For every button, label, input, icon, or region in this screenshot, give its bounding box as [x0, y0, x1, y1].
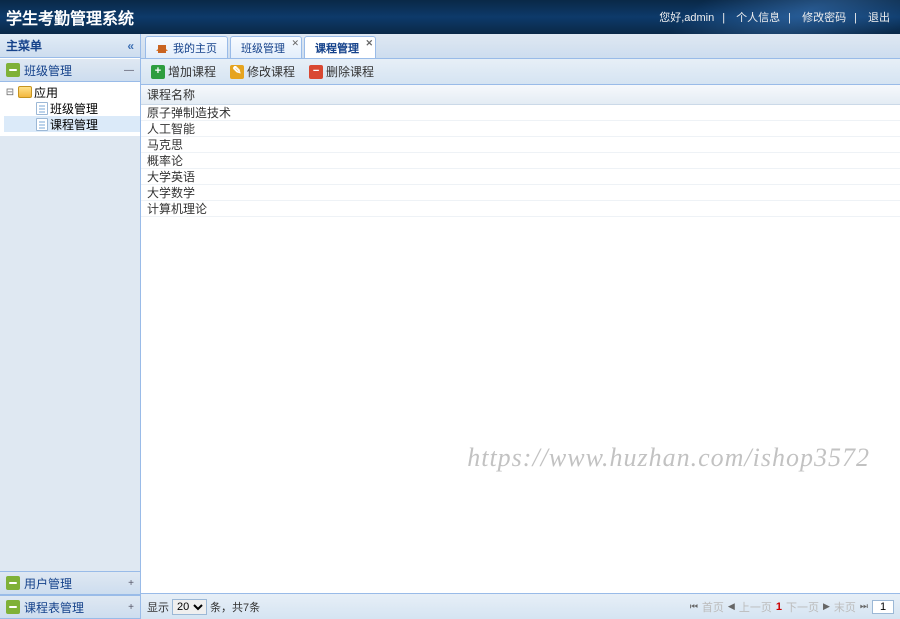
next-icon: ▶	[823, 601, 830, 612]
edit-course-button[interactable]: ✎ 修改课程	[224, 61, 301, 82]
panel-expand-icon: +	[128, 602, 134, 613]
tab-label: 课程管理	[315, 40, 359, 56]
tab-course-management[interactable]: 课程管理 ✕	[304, 36, 376, 58]
panel-expand-icon: +	[128, 578, 134, 589]
panel-user-management[interactable]: 用户管理 +	[0, 571, 140, 595]
page-icon	[36, 102, 48, 115]
grid-body: 原子弹制造技术 人工智能 马克思 概率论 大学英语 大学数学 计算机理论 htt…	[141, 105, 900, 593]
prev-icon: ◀	[728, 601, 735, 612]
greeting-text: 您好,admin	[655, 12, 718, 24]
pager-prev[interactable]: 上一页	[739, 599, 772, 615]
add-course-button[interactable]: + 增加课程	[145, 61, 222, 82]
panel-label: 课程表管理	[24, 599, 84, 616]
tab-bar: 我的主页 班级管理 ✕ 课程管理 ✕	[141, 34, 900, 59]
button-label: 删除课程	[326, 63, 374, 80]
grid-row[interactable]: 马克思	[141, 137, 900, 153]
profile-link[interactable]: 个人信息	[732, 12, 784, 24]
panel-label: 班级管理	[24, 62, 72, 79]
tab-class-management[interactable]: 班级管理 ✕	[230, 36, 302, 58]
home-icon	[156, 42, 169, 53]
watermark-text: https://www.huzhan.com/ishop3572	[467, 443, 870, 473]
cell: 大学数学	[147, 184, 195, 201]
add-icon: +	[151, 65, 165, 79]
sidebar-collapse-toggle[interactable]: «	[127, 39, 134, 53]
page-size-select[interactable]: 20	[172, 599, 207, 615]
close-icon[interactable]: ✕	[291, 38, 299, 49]
tree-child-course[interactable]: 课程管理	[4, 116, 140, 132]
grid-row[interactable]: 概率论	[141, 153, 900, 169]
change-password-link[interactable]: 修改密码	[798, 12, 850, 24]
panel-class-management[interactable]: 班级管理 —	[0, 58, 140, 82]
pager: ⏮ 首页 ◀ 上一页 1 下一页 ▶ 末页 ⏭	[690, 599, 894, 615]
button-label: 修改课程	[247, 63, 295, 80]
module-icon	[6, 600, 20, 614]
tab-label: 班级管理	[241, 40, 285, 56]
grid-row[interactable]: 大学数学	[141, 185, 900, 201]
expand-icon[interactable]: ⊟	[4, 87, 16, 98]
page-input[interactable]	[872, 600, 894, 614]
cell: 大学英语	[147, 168, 195, 185]
delete-icon: −	[309, 65, 323, 79]
tree-label: 应用	[34, 84, 58, 101]
close-icon[interactable]: ✕	[365, 38, 373, 49]
logout-link[interactable]: 退出	[864, 12, 894, 24]
cell: 概率论	[147, 152, 183, 169]
module-icon	[6, 63, 20, 77]
folder-icon	[18, 86, 32, 98]
panel-collapse-icon: —	[124, 65, 134, 76]
grid-row[interactable]: 计算机理论	[141, 201, 900, 217]
delete-course-button[interactable]: − 删除课程	[303, 61, 380, 82]
pager-first[interactable]: 首页	[702, 599, 724, 615]
grid-row[interactable]: 大学英语	[141, 169, 900, 185]
sidebar-title: 主菜单 «	[0, 34, 140, 58]
sidebar-title-label: 主菜单	[6, 37, 42, 54]
cell: 原子弹制造技术	[147, 105, 231, 121]
total-label: 条，共7条	[210, 599, 260, 615]
button-label: 增加课程	[168, 63, 216, 80]
app-title: 学生考勤管理系统	[6, 5, 134, 29]
last-icon: ⏭	[860, 601, 868, 612]
nav-tree: ⊟ 应用 班级管理 课程管理	[0, 82, 140, 136]
tree-label: 班级管理	[50, 100, 98, 117]
grid-column-header[interactable]: 课程名称	[141, 85, 900, 105]
main-area: 我的主页 班级管理 ✕ 课程管理 ✕ + 增加课程 ✎ 修改课程 − 删除课程	[141, 34, 900, 619]
cell: 马克思	[147, 136, 183, 153]
tree-label: 课程管理	[50, 116, 98, 133]
sidebar: 主菜单 « 班级管理 — ⊟ 应用 班级管理 课程管理	[0, 34, 141, 619]
first-icon: ⏮	[690, 601, 698, 612]
tree-child-class[interactable]: 班级管理	[4, 100, 140, 116]
status-left: 显示 20 条，共7条	[147, 599, 260, 615]
sidebar-spacer	[0, 136, 140, 571]
grid-row[interactable]: 人工智能	[141, 121, 900, 137]
grid-row[interactable]: 原子弹制造技术	[141, 105, 900, 121]
cell: 计算机理论	[147, 200, 207, 217]
cell: 人工智能	[147, 120, 195, 137]
panel-schedule-management[interactable]: 课程表管理 +	[0, 595, 140, 619]
module-icon	[6, 576, 20, 590]
pager-next[interactable]: 下一页	[786, 599, 819, 615]
tree-root-node[interactable]: ⊟ 应用	[4, 84, 140, 100]
tab-home[interactable]: 我的主页	[145, 36, 228, 58]
pager-current: 1	[776, 601, 782, 613]
status-bar: 显示 20 条，共7条 ⏮ 首页 ◀ 上一页 1 下一页 ▶ 末页 ⏭	[141, 593, 900, 619]
tab-label: 我的主页	[173, 40, 217, 56]
app-header: 学生考勤管理系统 您好,admin| 个人信息| 修改密码| 退出	[0, 0, 900, 34]
page-icon	[36, 118, 48, 131]
toolbar: + 增加课程 ✎ 修改课程 − 删除课程	[141, 59, 900, 85]
panel-label: 用户管理	[24, 575, 72, 592]
edit-icon: ✎	[230, 65, 244, 79]
show-label: 显示	[147, 599, 169, 615]
column-label: 课程名称	[147, 86, 195, 103]
header-links: 您好,admin| 个人信息| 修改密码| 退出	[655, 9, 894, 25]
pager-last[interactable]: 末页	[834, 599, 856, 615]
